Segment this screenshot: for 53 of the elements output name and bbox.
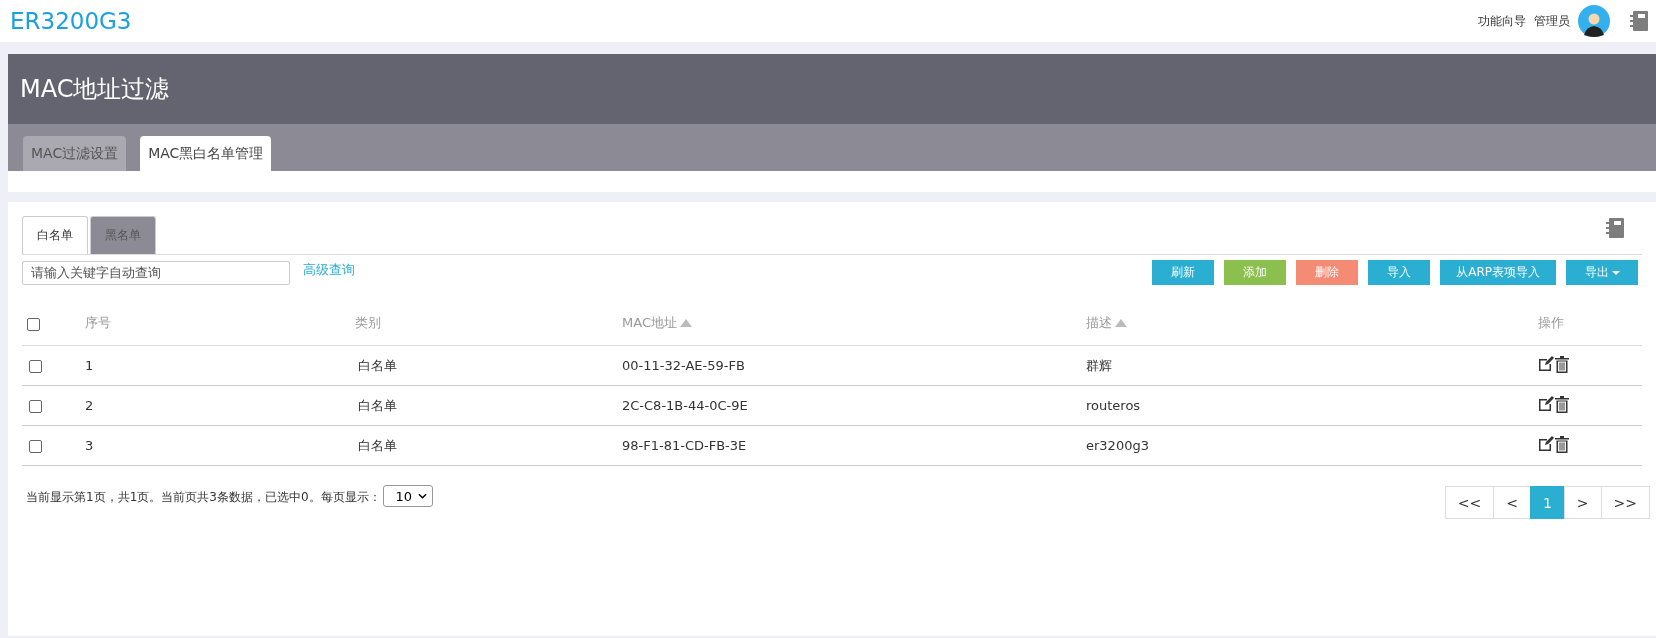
pagination-button[interactable]: < [1493, 486, 1531, 519]
page-size-select[interactable]: 10 [382, 485, 434, 507]
chevron-down-icon [418, 493, 428, 499]
column-header[interactable]: 类别 [355, 314, 381, 332]
table-cell: 2 [85, 398, 94, 413]
brand-logo[interactable]: ER3200G3 [10, 8, 132, 34]
edit-icon[interactable] [1538, 356, 1554, 373]
edit-icon[interactable] [1538, 436, 1554, 453]
row-checkbox[interactable] [29, 360, 42, 373]
row-checkbox[interactable] [29, 440, 42, 453]
page-summary: 当前显示第1页，共1页。当前页共3条数据，已选中0。每页显示： [26, 489, 381, 506]
column-header[interactable]: 操作 [1538, 314, 1564, 332]
table-cell: 98-F1-81-CD-FB-3E [622, 438, 747, 453]
action-button[interactable]: 删除 [1296, 260, 1359, 285]
trash-icon[interactable] [1555, 435, 1569, 453]
table-cell: routeros [1086, 398, 1141, 413]
page-tab[interactable]: MAC黑白名单管理 [140, 136, 272, 171]
wizard-link[interactable]: 功能向导 [1478, 12, 1526, 30]
search-field[interactable]: 请输入关键字自动查询 [22, 260, 290, 285]
table-cell: er3200g3 [1086, 438, 1149, 453]
table-cell: 2C-C8-1B-44-0C-9E [622, 398, 748, 413]
list-tab[interactable]: 白名单 [22, 216, 88, 254]
notebook-icon[interactable] [1630, 11, 1648, 31]
user-link[interactable]: 管理员 [1534, 12, 1570, 30]
column-header[interactable]: 描述 [1086, 314, 1127, 332]
action-button[interactable]: 导入 [1368, 260, 1431, 285]
page-tab[interactable]: MAC过滤设置 [23, 136, 127, 171]
trash-icon[interactable] [1555, 395, 1569, 413]
column-header[interactable]: 序号 [85, 314, 111, 332]
pagination-button[interactable]: 1 [1529, 486, 1565, 519]
table-cell: 白名单 [358, 437, 397, 453]
pagination-button[interactable]: >> [1600, 486, 1650, 519]
advanced-search-link[interactable]: 高级查询 [303, 260, 355, 279]
row-checkbox[interactable] [29, 400, 42, 413]
page-title: MAC地址过滤 [20, 74, 170, 105]
table-cell: 白名单 [358, 357, 397, 373]
pagination-button[interactable]: << [1444, 486, 1495, 519]
action-button[interactable]: 刷新 [1152, 260, 1215, 285]
table-cell: 3 [85, 438, 94, 453]
action-button[interactable]: 从ARP表项导入 [1440, 260, 1556, 285]
action-button[interactable]: 添加 [1224, 260, 1287, 285]
table-cell: 白名单 [358, 397, 397, 413]
table-cell: 00-11-32-AE-59-FB [622, 358, 745, 373]
pagination-button[interactable]: > [1563, 486, 1602, 519]
table-cell: 群辉 [1086, 357, 1112, 373]
column-header[interactable]: MAC地址 [622, 314, 692, 332]
avatar-icon[interactable] [1578, 5, 1610, 37]
table-cell: 1 [85, 358, 94, 373]
select-all-checkbox[interactable] [27, 317, 40, 331]
action-button[interactable]: 导出 [1566, 260, 1638, 285]
edit-icon[interactable] [1538, 396, 1554, 413]
trash-icon[interactable] [1555, 355, 1569, 373]
notebook-icon[interactable] [1606, 218, 1624, 238]
